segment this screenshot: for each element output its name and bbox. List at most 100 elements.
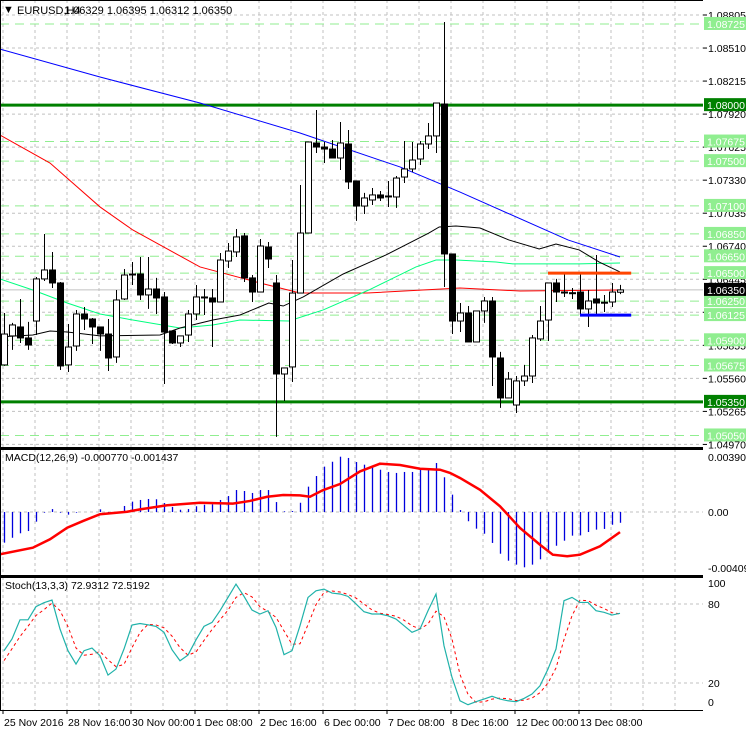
bearish-candle-body (465, 312, 472, 343)
bullish-candle-body (409, 159, 416, 170)
bullish-candle-body (473, 310, 480, 343)
time-axis-label: 6 Dec 00:00 (324, 717, 381, 729)
bearish-candle-body (353, 180, 360, 207)
macd-signal-line (0, 462, 621, 558)
bearish-candle-body (137, 273, 144, 296)
candle (297, 184, 304, 294)
candle (321, 141, 328, 164)
stochastic-panel (0, 582, 703, 706)
bullish-candle-body (401, 168, 408, 178)
price-axis-label: 1.08215 (708, 76, 746, 88)
price-level-tag-label: 1.07500 (707, 156, 745, 168)
bullish-candle-body (73, 313, 80, 347)
bearish-candle-body (161, 296, 168, 333)
bearish-candle-body (377, 194, 384, 199)
candle (433, 102, 440, 153)
bearish-candle-body (497, 357, 504, 399)
panel-border (0, 577, 704, 711)
bullish-candle-body (361, 197, 368, 207)
candle (601, 294, 608, 312)
candle (561, 274, 568, 297)
bullish-candle-body (369, 194, 376, 201)
candle (441, 21, 448, 287)
candle (241, 233, 248, 282)
candle (473, 310, 480, 343)
bearish-candle-body (561, 291, 568, 294)
chart-canvas[interactable]: 1.088051.085101.082151.079201.076251.073… (0, 0, 746, 731)
candle (49, 251, 56, 288)
bullish-candle-body (225, 250, 232, 262)
price-level-tag-label: 1.07100 (707, 201, 745, 213)
macd-zero-label: 0.00 (708, 507, 729, 519)
bullish-candle-body (617, 289, 624, 293)
bearish-candle-body (49, 269, 56, 284)
bearish-candle-body (97, 326, 104, 335)
bullish-candle-body (41, 269, 48, 280)
candle (57, 281, 64, 370)
bearish-candle-body (105, 333, 112, 359)
candle (353, 180, 360, 221)
bearish-candle-body (345, 143, 352, 183)
bullish-candle-body (281, 367, 288, 375)
price-level-tag-label: 1.06650 (707, 251, 745, 263)
candle (137, 256, 144, 300)
macd-min-label: -0.004095 (708, 563, 746, 575)
price-level-tag-label: 1.06850 (707, 229, 745, 241)
price-level-tag-label: 1.07675 (707, 137, 745, 149)
price-level-tag-label: 1.05900 (707, 335, 745, 347)
stoch-label: Stoch(13,3,3) 72.9312 72.5192 (5, 580, 150, 592)
candle (345, 130, 352, 190)
triangle-down-icon[interactable]: ▼ (3, 4, 14, 16)
bearish-candle-body (241, 235, 248, 279)
candle (337, 121, 344, 170)
bearish-candle-body (201, 296, 208, 299)
bullish-candle-body (233, 236, 240, 253)
candle (609, 282, 616, 308)
stoch-axis-label: 80 (708, 599, 720, 611)
candle (105, 319, 112, 371)
bearish-candle-body (209, 297, 216, 303)
candle (233, 228, 240, 257)
stoch-axis-label: 100 (708, 578, 726, 590)
candle (497, 351, 504, 408)
time-axis-label: 1 Dec 08:00 (196, 717, 253, 729)
bearish-candle-body (153, 288, 160, 299)
bearish-candle-body (449, 253, 456, 322)
candle (449, 253, 456, 335)
macd-panel (0, 456, 703, 568)
bullish-candle-body (545, 282, 552, 321)
candle (33, 277, 40, 336)
time-axis-label: 7 Dec 08:00 (388, 717, 445, 729)
candle (521, 364, 528, 386)
candle (161, 292, 168, 384)
price-axis-label: 1.07330 (708, 175, 746, 187)
horizontal-levels[interactable] (0, 23, 703, 436)
bullish-candle-body (521, 375, 528, 382)
candle (529, 335, 536, 383)
price-axis[interactable]: 1.088051.085101.082151.079201.076251.073… (703, 0, 746, 731)
price-level-tag-label: 1.06500 (707, 268, 745, 280)
candle (513, 376, 520, 413)
bearish-candle-body (593, 298, 600, 304)
mt4-chart-window[interactable]: 1.08805 1.08510 1.08215 1.07920 1.07625 1.073… (0, 0, 746, 731)
time-axis[interactable]: 25 Nov 2016 28 Nov 16:00 30 Nov 00:00 1 Dec… (2, 710, 643, 729)
candle (217, 252, 224, 303)
bullish-candle-body (417, 143, 424, 160)
bullish-candle-body (33, 278, 40, 322)
time-axis-label: 8 Dec 16:00 (452, 717, 509, 729)
price-level-tag-label: 1.06125 (707, 310, 745, 322)
price-axis-label: 1.08510 (708, 43, 746, 55)
candle (273, 275, 280, 437)
candle (249, 275, 256, 302)
bearish-candle-body (441, 103, 448, 255)
stoch-axis-label: 0 (708, 697, 714, 709)
candle (81, 307, 88, 330)
candle (281, 367, 288, 401)
candle (17, 298, 24, 343)
candle (65, 323, 72, 372)
bullish-candle-body (457, 312, 464, 322)
candle (209, 289, 216, 348)
price-level-tag-label: 1.05675 (707, 360, 745, 372)
candle (505, 371, 512, 399)
bullish-candle-body (569, 292, 576, 295)
